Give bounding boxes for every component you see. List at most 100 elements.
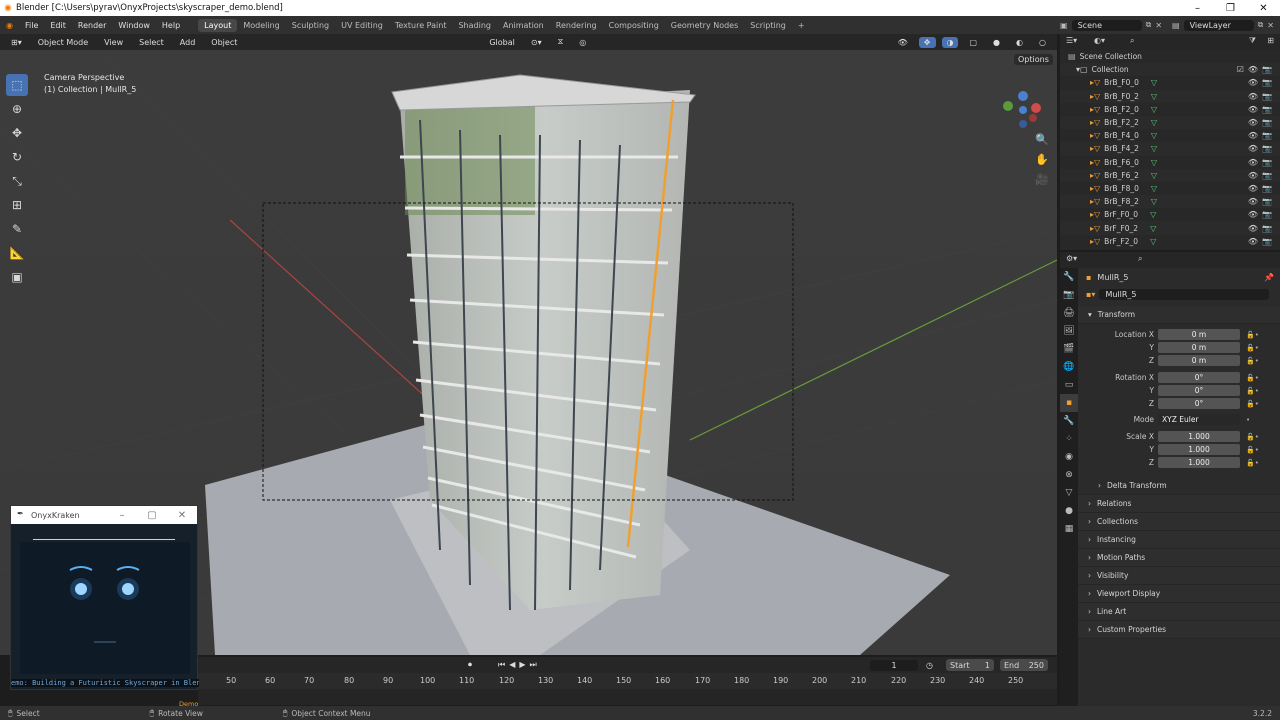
transform-panel-header[interactable]: ▾ Transform [1078, 306, 1280, 324]
scale-y-field[interactable]: 1.000 [1158, 444, 1240, 455]
blender-menu-icon[interactable]: ◉ [0, 21, 19, 30]
start-frame-field[interactable]: Start 1 [946, 659, 994, 671]
lock-icon[interactable]: 🔓• [1246, 357, 1259, 365]
snap-icon[interactable]: ⧖ [553, 36, 569, 48]
mode-animate-icon[interactable]: • [1246, 416, 1250, 424]
list-item[interactable]: ▸▽ BrF_F2_0 ▽ 👁📷 [1060, 235, 1280, 248]
add-cube-icon[interactable]: ▣ [6, 266, 28, 288]
list-item[interactable]: ▸▽ BrB_F4_2 ▽ 👁📷 [1060, 142, 1280, 156]
viewport-display-panel[interactable]: › Viewport Display [1078, 585, 1280, 603]
tab-texture-paint[interactable]: Texture Paint [389, 19, 453, 32]
shading-solid-icon[interactable]: ● [988, 37, 1005, 48]
new-collection-icon[interactable]: ⊞ [1267, 36, 1274, 45]
tab-uv-editing[interactable]: UV Editing [335, 19, 389, 32]
tab-compositing[interactable]: Compositing [603, 19, 665, 32]
list-item[interactable]: ▸▽ BrB_F6_0 ▽ 👁📷 [1060, 156, 1280, 169]
menu-object[interactable]: Object [206, 37, 242, 48]
new-viewlayer-icon[interactable]: ⧉ [1258, 20, 1264, 30]
visibility-icons[interactable]: 👁📷 [1248, 210, 1276, 219]
list-item[interactable]: ▸▽ BrB_F2_2 ▽ 👁📷 [1060, 115, 1280, 130]
move-icon[interactable]: ✥ [6, 122, 28, 144]
visibility-panel[interactable]: › Visibility [1078, 567, 1280, 585]
tab-shading[interactable]: Shading [452, 19, 497, 32]
shading-rendered-icon[interactable]: ○ [1034, 37, 1051, 48]
close-icon[interactable]: ✕ [1247, 3, 1280, 14]
new-scene-icon[interactable]: ⧉ [1146, 20, 1152, 30]
rotation-mode-dropdown[interactable]: XYZ Euler [1158, 414, 1240, 425]
zoom-icon[interactable]: 🔍 [1035, 130, 1049, 150]
modifier-tab-icon[interactable]: 🔧 [1060, 412, 1078, 430]
visibility-icons[interactable]: 👁📷 [1248, 118, 1276, 127]
lock-icon[interactable]: 🔓• [1246, 331, 1259, 339]
visibility-icons[interactable]: 👁📷 [1248, 171, 1276, 180]
visibility-icons[interactable]: 👁📷 [1248, 237, 1276, 246]
lock-icon[interactable]: 🔓• [1246, 433, 1259, 441]
scene-tab-icon[interactable]: 🎬 [1060, 340, 1078, 358]
menu-add[interactable]: Add [175, 37, 201, 48]
motion-paths-panel[interactable]: › Motion Paths [1078, 549, 1280, 567]
properties-search-icon[interactable]: ⌕ [1138, 254, 1142, 264]
pivot-icon[interactable]: ⊙▾ [526, 37, 547, 48]
shading-material-icon[interactable]: ◐ [1011, 37, 1028, 48]
minimize-icon[interactable]: – [1181, 3, 1214, 14]
lock-icon[interactable]: 🔓• [1246, 459, 1259, 467]
render-tab-icon[interactable]: 📷 [1060, 286, 1078, 304]
constraints-tab-icon[interactable]: ⊗ [1060, 466, 1078, 484]
menu-render[interactable]: Render [72, 21, 112, 30]
menu-window[interactable]: Window [112, 21, 156, 30]
list-item[interactable]: ▸▽ BrB_F6_2 ▽ 👁📷 [1060, 168, 1280, 182]
particles-tab-icon[interactable]: ⁘ [1060, 430, 1078, 448]
visibility-icon[interactable]: 👁 [893, 37, 913, 48]
editor-type-icon[interactable]: ⊞▾ [6, 37, 27, 48]
list-item[interactable]: ▸▽ BrB_F8_2 ▽ 👁📷 [1060, 195, 1280, 209]
visibility-icons[interactable]: 👁📷 [1248, 184, 1276, 193]
tab-layout[interactable]: Layout [198, 18, 238, 32]
custom-properties-panel[interactable]: › Custom Properties [1078, 621, 1280, 639]
xray-icon[interactable]: ▢ [964, 37, 982, 48]
lock-icon[interactable]: 🔓• [1246, 344, 1259, 352]
select-box-icon[interactable]: ⬚ [6, 74, 28, 96]
output-tab-icon[interactable]: 🖨 [1060, 304, 1078, 322]
annotate-icon[interactable]: ✎ [6, 218, 28, 240]
delta-transform-panel[interactable]: › Delta Transform [1078, 477, 1280, 495]
location-y-field[interactable]: 0 m [1158, 342, 1240, 353]
display-mode-icon[interactable]: ◐▾ [1094, 36, 1105, 45]
pin-icon[interactable]: 📌 [1264, 273, 1274, 282]
visibility-icons[interactable]: 👁📷 [1248, 197, 1276, 206]
location-x-field[interactable]: 0 m [1158, 329, 1240, 340]
overlay-icon[interactable]: ◑ [941, 36, 959, 48]
orientation-dropdown[interactable]: Global [484, 37, 520, 48]
timeline[interactable]: 50 60 70 80 90 100 110 120 130 140 150 1… [198, 673, 1057, 705]
rotation-z-field[interactable]: 0° [1158, 398, 1240, 409]
close-icon[interactable]: ✕ [167, 510, 197, 521]
minimize-icon[interactable]: – [107, 510, 137, 521]
collection-tab-icon[interactable]: ▭ [1060, 376, 1078, 394]
measure-icon[interactable]: 📐 [6, 242, 28, 264]
line-art-panel[interactable]: › Line Art [1078, 603, 1280, 621]
tab-modeling[interactable]: Modeling [237, 19, 285, 32]
lock-icon[interactable]: 🔓• [1246, 400, 1259, 408]
list-item[interactable]: ▸▽ BrF_F0_2 ▽ 👁📷 [1060, 221, 1280, 235]
world-tab-icon[interactable]: 🌐 [1060, 358, 1078, 376]
list-item[interactable]: ▸▽ BrB_F0_2 ▽ 👁📷 [1060, 89, 1280, 103]
visibility-icons[interactable]: 👁📷 [1248, 144, 1276, 153]
cursor-icon[interactable]: ⊕ [6, 98, 28, 120]
list-item[interactable]: ▸▽ BrB_F8_0 ▽ 👁📷 [1060, 182, 1280, 195]
visibility-icons[interactable]: 👁📷 [1248, 224, 1276, 233]
outliner-type-icon[interactable]: ☰▾ [1066, 36, 1077, 45]
tool-tab-icon[interactable]: 🔧 [1060, 268, 1078, 286]
delete-scene-icon[interactable]: ✕ [1155, 21, 1162, 30]
collections-panel[interactable]: › Collections [1078, 513, 1280, 531]
data-tab-icon[interactable]: ▽ [1060, 484, 1078, 502]
current-frame-field[interactable]: 1 [870, 659, 918, 671]
visibility-icons[interactable]: 👁📷 [1248, 92, 1276, 101]
list-item[interactable]: ▸▽ BrB_F2_0 ▽ 👁📷 [1060, 103, 1280, 116]
menu-view[interactable]: View [99, 37, 128, 48]
viewlayer-field[interactable]: ViewLayer [1183, 19, 1254, 31]
visibility-icons[interactable]: 👁📷 [1248, 105, 1276, 114]
rotation-x-field[interactable]: 0° [1158, 372, 1240, 383]
add-workspace-icon[interactable]: + [792, 19, 811, 32]
transform-icon[interactable]: ⊞ [6, 194, 28, 216]
collection-visibility-icons[interactable]: ☑👁📷 [1237, 65, 1276, 74]
list-item[interactable]: ▸▽ BrF_F0_0 ▽ 👁📷 [1060, 208, 1280, 221]
